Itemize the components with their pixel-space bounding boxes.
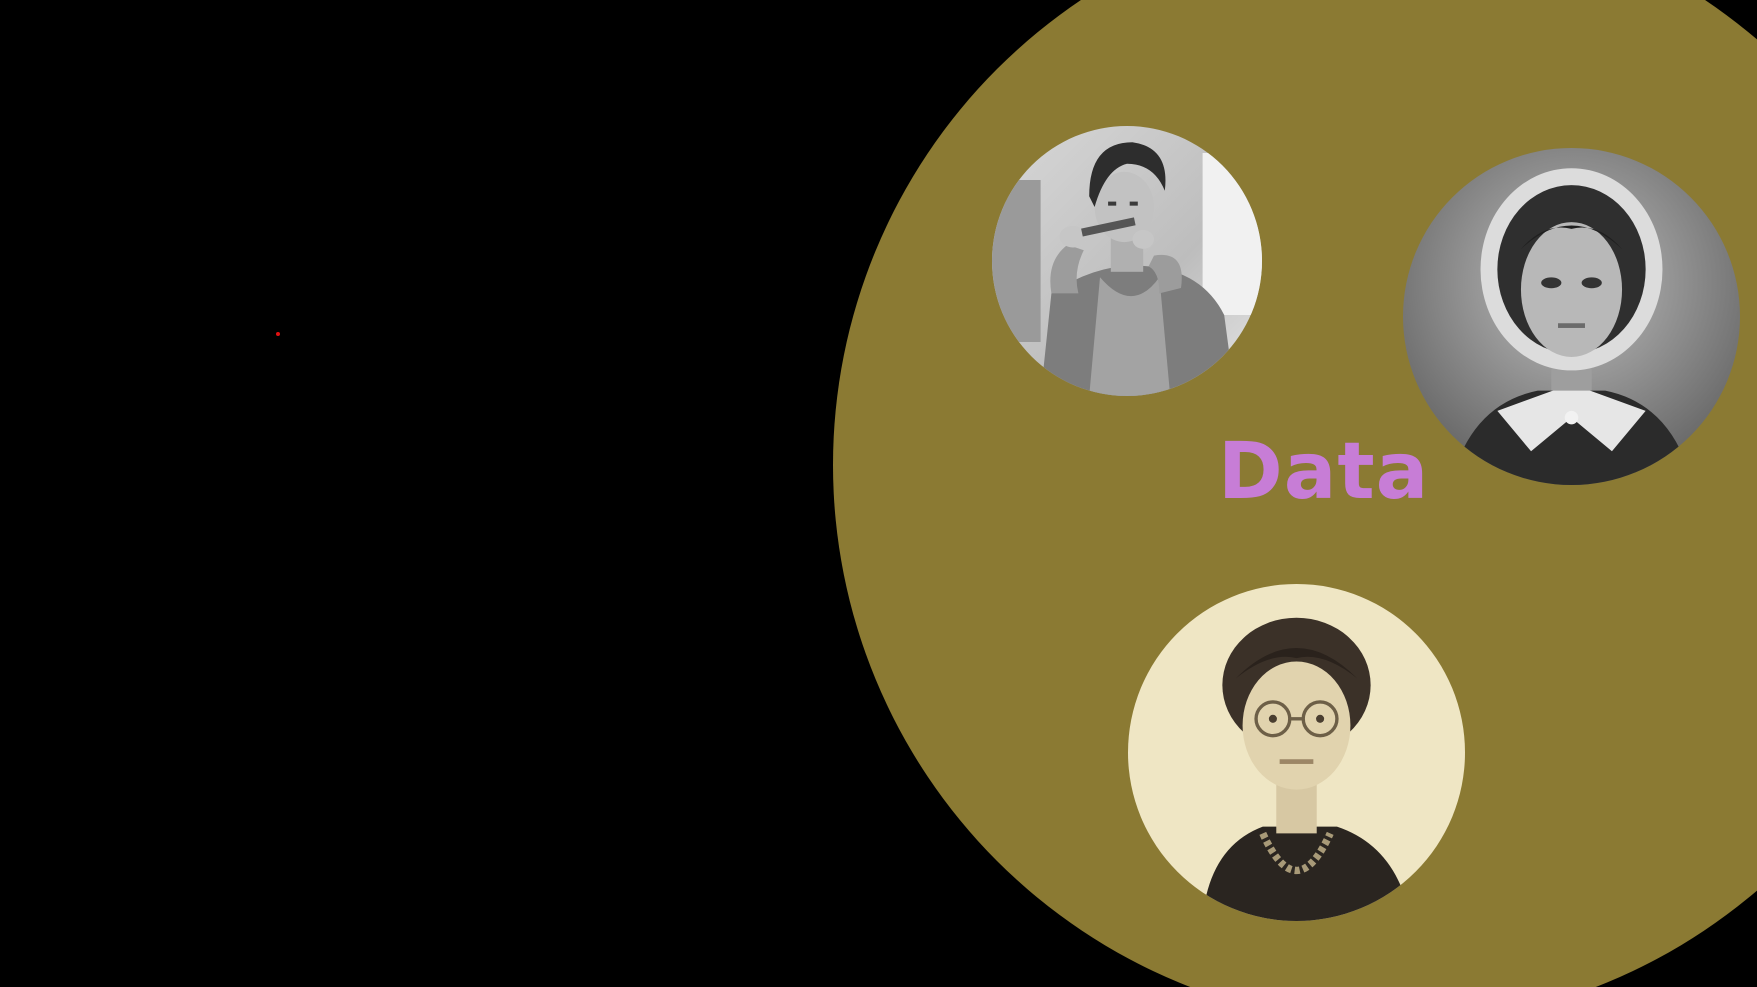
slide: Data xyxy=(0,0,1757,987)
portrait-photo-icon xyxy=(1403,148,1740,485)
pointer-dot xyxy=(276,332,280,336)
portrait-photo-icon xyxy=(1128,584,1465,921)
portrait-photo-icon xyxy=(992,126,1262,396)
portrait-syringe-woman xyxy=(992,126,1262,396)
portrait-lace-cap-woman xyxy=(1403,148,1740,485)
slide-title: Data xyxy=(1218,427,1430,517)
portrait-glasses-woman xyxy=(1128,584,1465,921)
